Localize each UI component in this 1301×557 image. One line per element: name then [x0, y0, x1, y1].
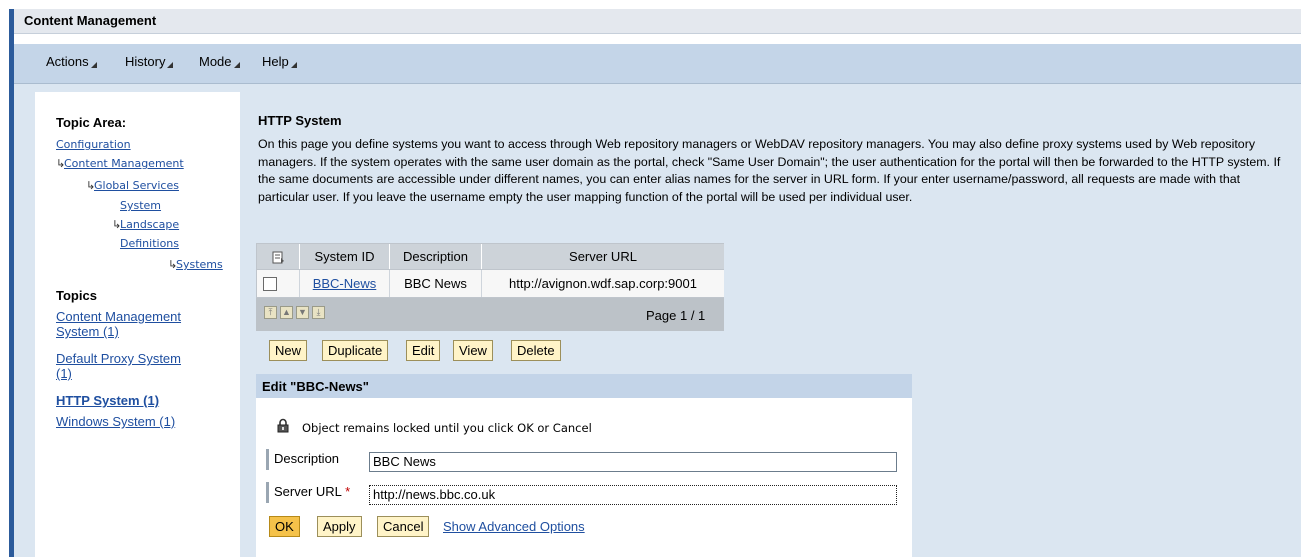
server-url-input[interactable]: [369, 485, 897, 505]
topic-http-system[interactable]: HTTP System (1): [56, 393, 159, 408]
nav-landscape[interactable]: Landscape: [120, 218, 179, 231]
topic-cms-line1: Content Management: [56, 309, 182, 324]
description-label: Description: [274, 451, 340, 466]
menu-arrow-icon: [90, 62, 97, 68]
topic-proxy-line2: (1): [56, 366, 72, 381]
menu-mode[interactable]: Mode: [199, 54, 240, 69]
topics-heading: Topics: [56, 288, 97, 303]
show-advanced-options-link[interactable]: Show Advanced Options: [443, 519, 585, 534]
menu-actions-label: Actions: [46, 54, 89, 69]
select-all-header[interactable]: [257, 244, 300, 269]
row-server-url: http://avignon.wdf.sap.corp:9001: [482, 270, 724, 297]
topic-proxy-line1: Default Proxy System: [56, 351, 181, 366]
menu-history[interactable]: History: [125, 54, 174, 69]
pager-text: Page 1 / 1: [646, 308, 706, 323]
delete-button[interactable]: Delete: [511, 340, 561, 361]
edit-panel-title: Edit "BBC-News": [262, 379, 369, 394]
menu-mode-label: Mode: [199, 54, 232, 69]
menu-arrow-icon: [233, 62, 240, 68]
description-input[interactable]: [369, 452, 897, 472]
column-header-system-id[interactable]: System ID: [300, 244, 390, 269]
menu-history-label: History: [125, 54, 166, 69]
field-marker: [266, 449, 269, 470]
row-system-id-link[interactable]: BBC-News: [300, 270, 390, 297]
menu-help[interactable]: Help: [262, 54, 297, 69]
first-page-icon[interactable]: ⤒: [264, 306, 277, 319]
nav-configuration[interactable]: Configuration: [56, 138, 131, 151]
section-title: HTTP System: [258, 113, 342, 128]
last-page-icon[interactable]: ⤓: [312, 306, 325, 319]
section-description: On this page you define systems you want…: [258, 137, 1281, 204]
menu-help-label: Help: [262, 54, 289, 69]
menu-arrow-icon: [290, 62, 297, 68]
nav-content-management[interactable]: Content Management: [64, 157, 184, 170]
menu-arrow-icon: [167, 62, 174, 68]
next-page-icon[interactable]: ▼: [296, 306, 309, 319]
view-button[interactable]: View: [453, 340, 493, 361]
topic-cms-line2: System (1): [56, 324, 119, 339]
lock-icon: [277, 418, 289, 433]
row-description: BBC News: [390, 270, 482, 297]
topic-windows-system[interactable]: Windows System (1): [56, 414, 175, 429]
duplicate-button[interactable]: Duplicate: [322, 340, 389, 361]
menu-actions[interactable]: Actions: [46, 54, 97, 69]
required-marker: *: [345, 484, 351, 499]
server-url-label: Server URL *: [274, 484, 350, 499]
apply-button[interactable]: Apply: [317, 516, 362, 537]
topic-content-management[interactable]: Content Management System (1): [56, 309, 181, 339]
nav-global-services[interactable]: Global Services: [94, 179, 179, 192]
cancel-button[interactable]: Cancel: [377, 516, 430, 537]
column-header-server-url[interactable]: Server URL: [482, 244, 724, 269]
column-header-description[interactable]: Description: [390, 244, 482, 269]
lock-message: Object remains locked until you click OK…: [302, 421, 592, 435]
server-url-label-text: Server URL: [274, 484, 342, 499]
edit-button[interactable]: Edit: [406, 340, 441, 361]
topic-area-heading: Topic Area:: [56, 115, 127, 130]
title-strip: [14, 9, 1301, 34]
page-title: Content Management: [24, 13, 157, 28]
prev-page-icon[interactable]: ▲: [280, 306, 293, 319]
new-button[interactable]: New: [269, 340, 308, 361]
nav-definitions[interactable]: Definitions: [120, 237, 179, 250]
field-marker: [266, 482, 269, 503]
row-checkbox[interactable]: [263, 277, 277, 291]
select-all-icon: [272, 251, 284, 264]
topic-default-proxy[interactable]: Default Proxy System (1): [56, 351, 181, 381]
ok-button[interactable]: OK: [269, 516, 300, 537]
nav-system[interactable]: System: [120, 199, 161, 212]
nav-systems[interactable]: Systems: [176, 258, 223, 271]
